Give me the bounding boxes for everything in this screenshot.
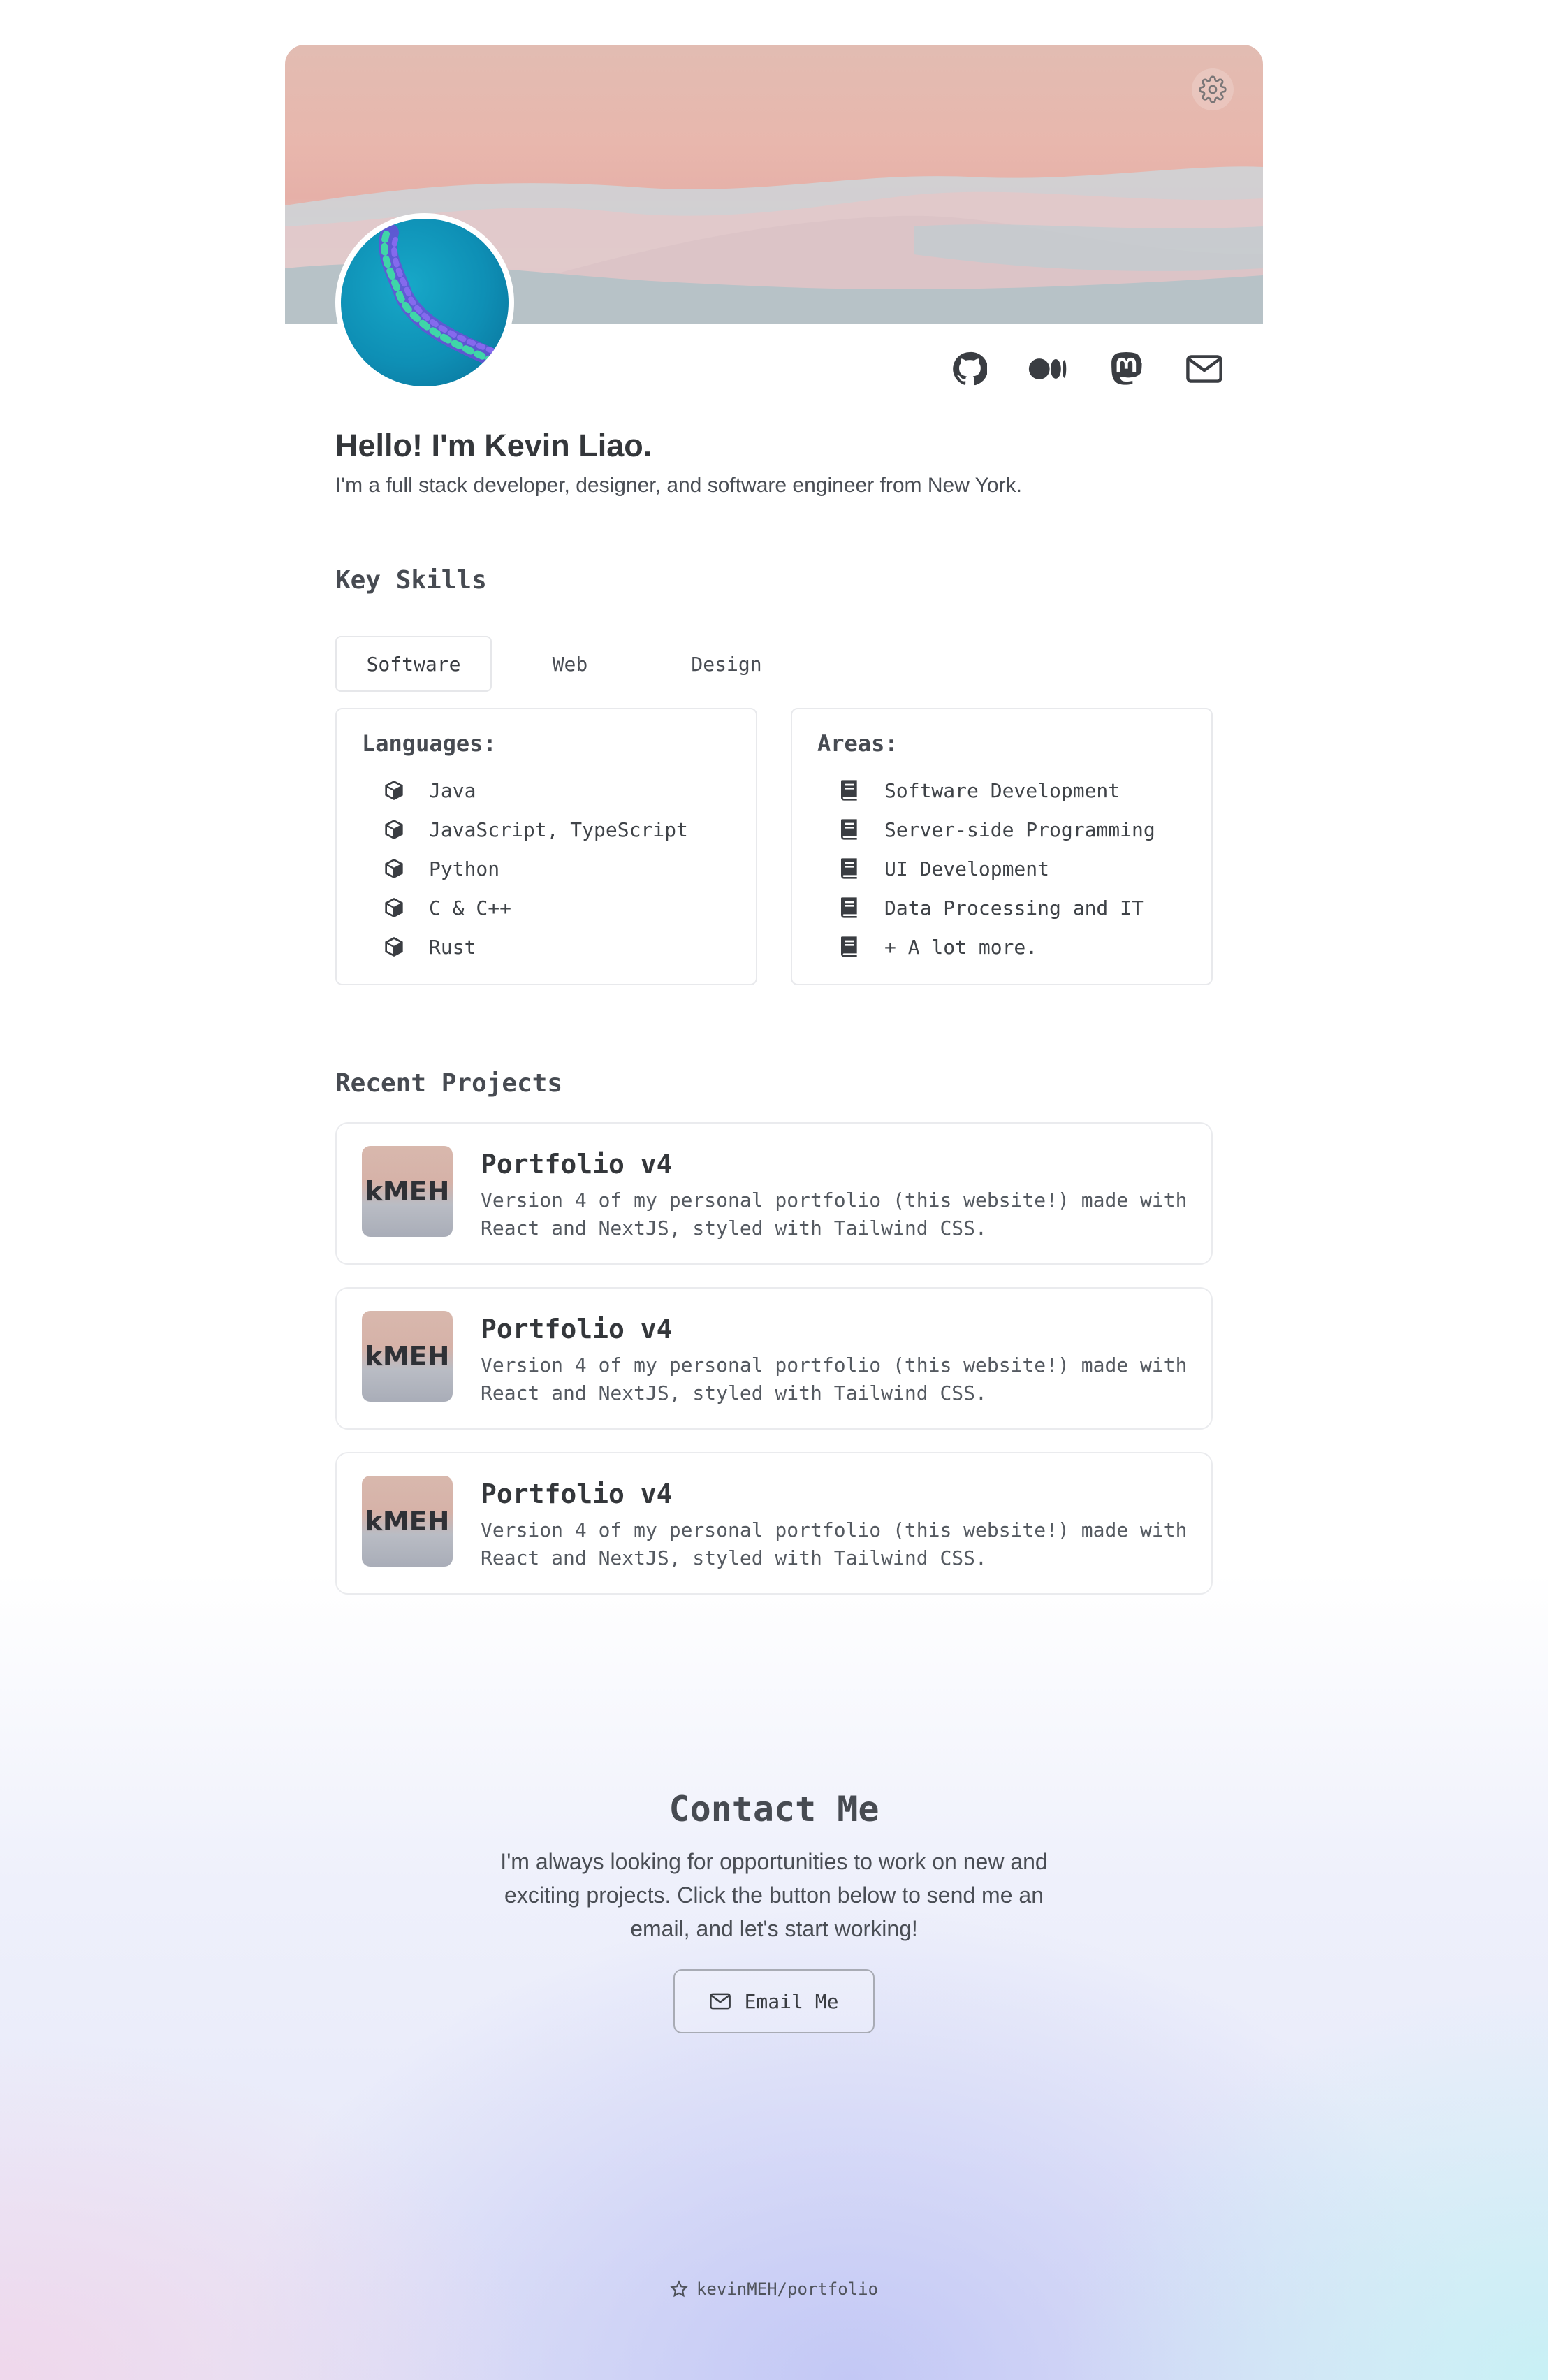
area-label: + A lot more.	[884, 935, 1038, 959]
settings-button[interactable]	[1192, 68, 1234, 110]
list-item: Java	[381, 771, 731, 810]
cube-icon	[381, 817, 407, 842]
project-card[interactable]: kMEH Portfolio v4 Version 4 of my person…	[335, 1452, 1213, 1595]
star-icon	[670, 2280, 688, 2298]
repo-label: kevinMEH/portfolio	[696, 2279, 879, 2299]
list-item: UI Development	[837, 849, 1186, 888]
list-item: Python	[381, 849, 731, 888]
email-link[interactable]	[1185, 349, 1224, 389]
list-item: Server-side Programming	[837, 810, 1186, 849]
list-item: C & C++	[381, 888, 731, 927]
cube-icon	[381, 778, 407, 803]
project-thumbnail: kMEH	[362, 1146, 453, 1237]
mastodon-link[interactable]	[1107, 349, 1146, 389]
list-item: Software Development	[837, 771, 1186, 810]
intro-subtitle: I'm a full stack developer, designer, an…	[335, 474, 1022, 497]
project-title: Portfolio v4	[481, 1149, 673, 1180]
book-icon	[837, 778, 862, 803]
book-icon	[837, 856, 862, 881]
avatar-art	[379, 224, 504, 368]
cube-icon	[381, 895, 407, 920]
skills-title: Key Skills	[335, 566, 487, 595]
list-item: + A lot more.	[837, 927, 1186, 966]
languages-heading: Languages:	[362, 730, 497, 757]
project-thumbnail: kMEH	[362, 1476, 453, 1567]
project-thumbnail: kMEH	[362, 1311, 453, 1402]
project-description: Version 4 of my personal portfolio (this…	[481, 1518, 1188, 1569]
project-card[interactable]: kMEH Portfolio v4 Version 4 of my person…	[335, 1122, 1213, 1265]
project-title: Portfolio v4	[481, 1314, 673, 1344]
email-me-label: Email Me	[744, 1989, 839, 2013]
area-label: Server-side Programming	[884, 818, 1155, 841]
book-icon	[837, 934, 862, 959]
language-label: Rust	[429, 935, 476, 959]
list-item: JavaScript, TypeScript	[381, 810, 731, 849]
avatar	[335, 213, 514, 392]
area-label: Data Processing and IT	[884, 896, 1144, 920]
project-card[interactable]: kMEH Portfolio v4 Version 4 of my person…	[335, 1287, 1213, 1430]
github-link[interactable]	[950, 349, 989, 389]
cube-icon	[381, 856, 407, 881]
footer-repo-link[interactable]: kevinMEH/portfolio	[0, 2279, 1548, 2299]
tab-web[interactable]: Web	[492, 636, 648, 692]
book-icon	[837, 895, 862, 920]
projects-title: Recent Projects	[335, 1069, 563, 1098]
book-icon	[837, 817, 862, 842]
contact-title: Contact Me	[669, 1789, 879, 1829]
social-links	[950, 349, 1224, 389]
area-label: Software Development	[884, 778, 1120, 802]
envelope-icon	[709, 1993, 731, 2010]
project-description: Version 4 of my personal portfolio (this…	[481, 1189, 1188, 1240]
tab-design[interactable]: Design	[648, 636, 805, 692]
language-label: JavaScript, TypeScript	[429, 818, 688, 841]
areas-heading: Areas:	[817, 730, 898, 757]
medium-icon	[1028, 358, 1067, 379]
page-title: Hello! I'm Kevin Liao.	[335, 428, 652, 463]
list-item: Rust	[381, 927, 731, 966]
cube-icon	[381, 934, 407, 959]
areas-card: Areas: Software Development Server-side …	[791, 708, 1213, 985]
tab-software[interactable]: Software	[335, 636, 492, 692]
envelope-icon	[1186, 355, 1222, 383]
gear-icon	[1199, 75, 1227, 103]
medium-link[interactable]	[1028, 349, 1067, 389]
project-description: Version 4 of my personal portfolio (this…	[481, 1354, 1188, 1405]
languages-card: Languages: Java JavaScript, TypeScript P…	[335, 708, 757, 985]
email-me-button[interactable]: Email Me	[673, 1969, 875, 2033]
mastodon-icon	[1111, 352, 1142, 385]
language-label: Python	[429, 857, 500, 880]
areas-list: Software Development Server-side Program…	[817, 771, 1186, 966]
language-label: Java	[429, 778, 476, 802]
project-title: Portfolio v4	[481, 1479, 673, 1509]
list-item: Data Processing and IT	[837, 888, 1186, 927]
contact-text: I'm always looking for opportunities to …	[500, 1849, 1048, 1941]
language-label: C & C++	[429, 896, 512, 920]
github-icon	[953, 351, 987, 386]
area-label: UI Development	[884, 857, 1050, 880]
skills-tabs: Software Web Design	[335, 636, 805, 692]
languages-list: Java JavaScript, TypeScript Python C & C…	[362, 771, 731, 966]
